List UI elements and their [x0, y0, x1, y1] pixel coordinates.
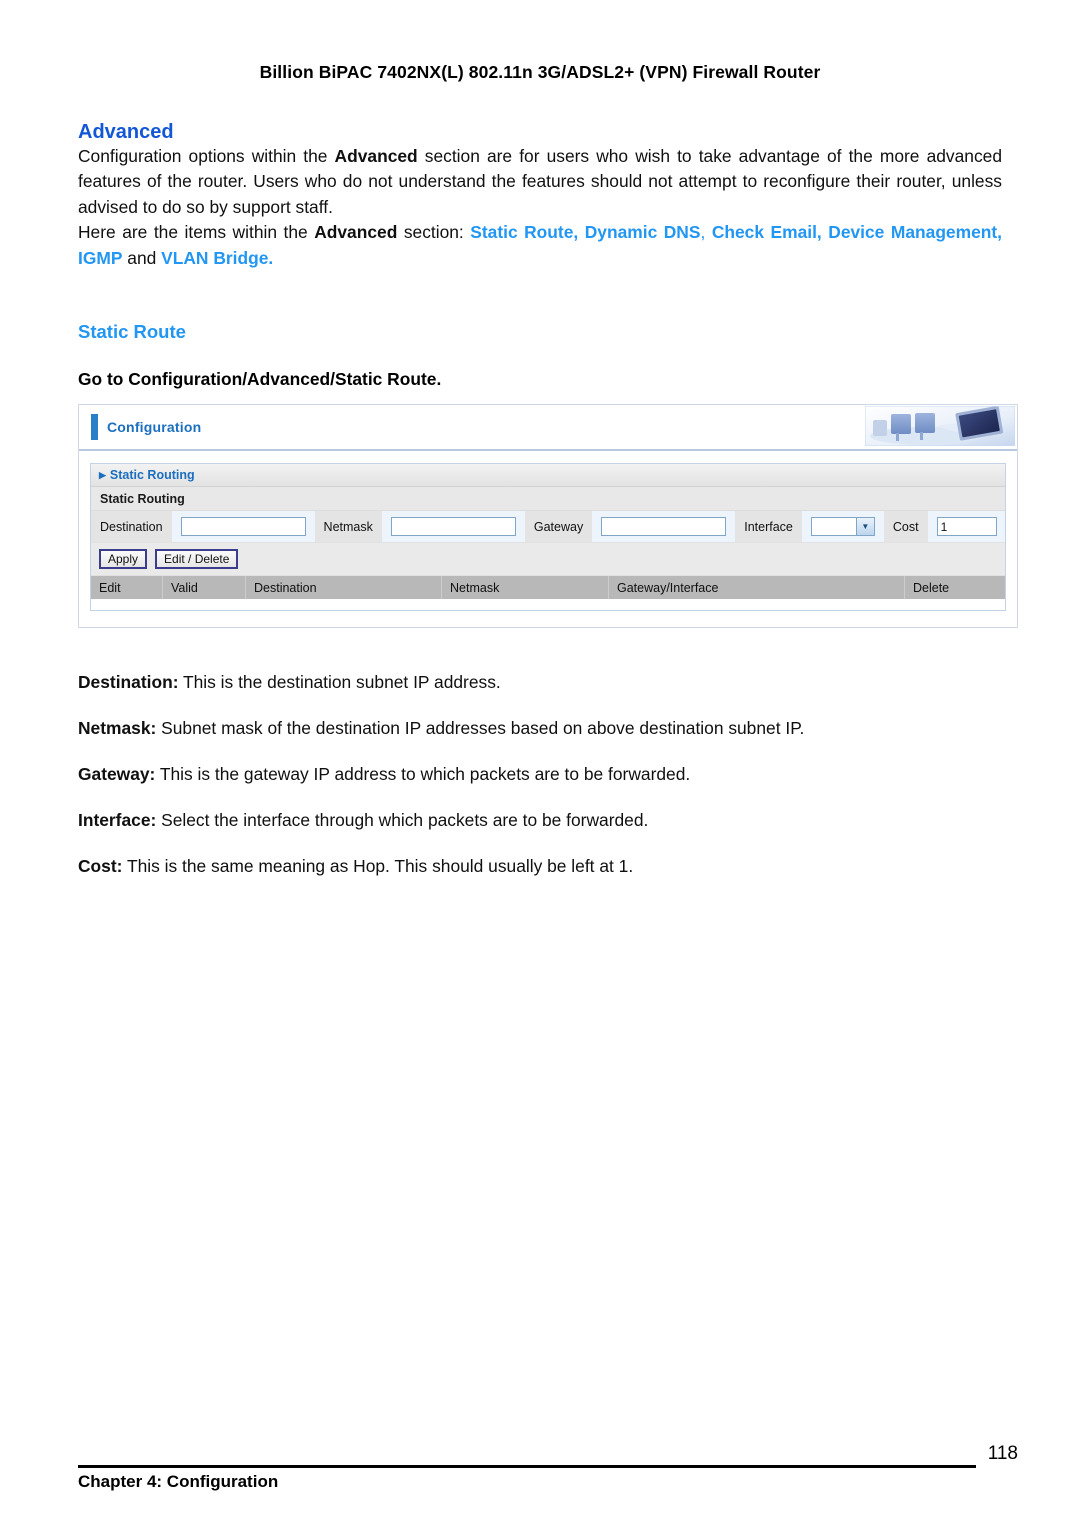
router-titlebar: Configuration: [79, 405, 1017, 452]
definition-interface: Interface: Select the interface through …: [78, 810, 1002, 831]
column-header-gateway-interface: Gateway/Interface: [609, 576, 905, 600]
section-label: Static Routing: [91, 487, 1005, 512]
items-paragraph: Here are the items within the Advanced s…: [78, 220, 1002, 271]
definition-cost: Cost: This is the same meaning as Hop. T…: [78, 856, 1002, 877]
triangle-right-icon: ▶: [99, 469, 106, 480]
breadcrumb: ▶ Static Routing: [91, 464, 1005, 488]
form-button-row: Apply Edit / Delete: [91, 543, 1005, 577]
link-static-route[interactable]: Static Route,: [470, 222, 578, 242]
accent-bar-icon: [91, 414, 98, 441]
column-header-delete: Delete: [913, 580, 950, 595]
items-mid: section:: [397, 222, 471, 243]
routes-table-empty-body: [91, 599, 1005, 611]
definition-term-destination: Destination:: [78, 672, 179, 693]
column-header-valid: Valid: [163, 576, 246, 600]
link-dynamic-dns[interactable]: Dynamic DNS: [585, 222, 701, 242]
definition-text-gateway: This is the gateway IP address to which …: [155, 764, 691, 785]
router-config-panel: Configuration ▶ Static Routing Static Ro…: [78, 404, 1018, 629]
items-bold: Advanced: [314, 222, 398, 243]
interface-select[interactable]: ▼: [810, 517, 875, 537]
definition-text-interface: Select the interface through which packe…: [156, 810, 649, 831]
cost-input[interactable]: 1: [936, 517, 997, 537]
netmask-label: Netmask: [314, 511, 382, 543]
destination-label: Destination: [91, 511, 172, 543]
static-route-heading: Static Route: [78, 321, 186, 343]
definition-netmask: Netmask: Subnet mask of the destination …: [78, 718, 1002, 739]
definition-list: Destination: This is the destination sub…: [78, 672, 1002, 877]
page-title: Advanced: [78, 121, 174, 143]
static-routing-form-row: Destination Netmask Gateway Interface ▼ …: [91, 511, 1005, 544]
intro-paragraph: Configuration options within the Advance…: [78, 144, 1002, 220]
items-lead: Here are the items within the: [78, 222, 315, 243]
link-vlan-bridge[interactable]: VLAN Bridge.: [161, 248, 273, 268]
page-number: 118: [987, 1443, 1018, 1464]
definition-destination: Destination: This is the destination sub…: [78, 672, 1002, 693]
breadcrumb-label: Static Routing: [109, 468, 195, 483]
link-igmp[interactable]: IGMP: [78, 248, 122, 268]
items-and: and: [122, 247, 162, 268]
office-illustration-icon: [865, 406, 1015, 447]
apply-button[interactable]: Apply: [99, 549, 148, 570]
intro-text-bold: Advanced: [334, 146, 418, 166]
goto-instruction: Go to Configuration/Advanced/Static Rout…: [78, 369, 442, 390]
definition-term-netmask: Netmask:: [78, 718, 157, 739]
page-footer: 118 Chapter 4: Configuration: [78, 1443, 1018, 1492]
definition-term-cost: Cost:: [78, 856, 123, 877]
column-header-destination: Destination: [246, 576, 442, 600]
interface-label: Interface: [735, 511, 802, 543]
chevron-down-icon[interactable]: ▼: [855, 518, 874, 536]
gateway-input[interactable]: [601, 517, 727, 537]
definition-text-cost: This is the same meaning as Hop. This sh…: [122, 856, 634, 877]
routes-table-header: Edit Valid Destination Netmask Gateway/I…: [91, 576, 1005, 600]
definition-text-destination: This is the destination subnet IP addres…: [178, 672, 501, 693]
cost-label: Cost: [883, 511, 928, 543]
router-title-label: Configuration: [107, 419, 202, 436]
column-header-edit: Edit: [91, 576, 163, 600]
definition-term-gateway: Gateway:: [78, 764, 156, 785]
gateway-label: Gateway: [524, 511, 593, 543]
link-device-management[interactable]: Device Management,: [828, 222, 1002, 242]
router-inner-panel: ▶ Static Routing Static Routing Destinat…: [90, 463, 1006, 612]
netmask-input[interactable]: [390, 517, 516, 537]
link-check-email[interactable]: Check Email,: [712, 222, 822, 242]
definition-term-interface: Interface:: [78, 810, 157, 831]
edit-delete-button[interactable]: Edit / Delete: [155, 549, 239, 570]
router-body: ▶ Static Routing Static Routing Destinat…: [79, 451, 1017, 628]
definition-text-netmask: Subnet mask of the destination IP addres…: [156, 718, 805, 739]
chapter-label: Chapter 4: Configuration: [78, 1472, 279, 1491]
running-header: Billion BiPAC 7402NX(L) 802.11n 3G/ADSL2…: [259, 62, 821, 82]
column-header-netmask: Netmask: [442, 576, 609, 600]
destination-input[interactable]: [180, 517, 306, 537]
document-page: Billion BiPAC 7402NX(L) 802.11n 3G/ADSL2…: [0, 0, 1080, 1528]
definition-gateway: Gateway: This is the gateway IP address …: [78, 764, 1002, 785]
intro-text-a: Configuration options within the: [78, 146, 335, 166]
